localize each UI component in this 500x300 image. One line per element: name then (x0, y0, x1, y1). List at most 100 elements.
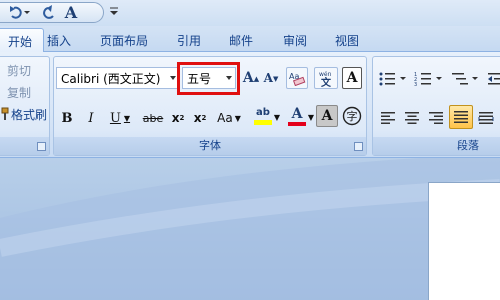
ribbon-body: 剪切 复制 格式刷 贴板 Calibri (西文正文) 五号 A▲ (0, 52, 500, 158)
cut-button[interactable]: 剪切 (1, 61, 47, 79)
phonetic-guide-button[interactable]: wén 文 (314, 67, 338, 89)
tab-mailings[interactable]: 邮件 (226, 29, 256, 52)
paragraph-group: 1 2 3 段落 (372, 56, 500, 156)
redo-icon (43, 5, 54, 19)
font-color-button[interactable]: A ▼ (280, 105, 314, 127)
customize-quick-access-button[interactable] (108, 5, 120, 19)
tab-references-label: 引用 (176, 34, 201, 48)
paragraph-group-label-text: 段落 (457, 139, 479, 152)
italic-button[interactable]: I (82, 107, 100, 129)
undo-icon (10, 6, 30, 19)
superscript-mark: 2 (201, 114, 207, 122)
font-color-icon: A (291, 105, 303, 122)
document-area (0, 158, 500, 300)
underline-button[interactable]: U ▼ (106, 107, 134, 129)
tab-insert[interactable]: 插入 (44, 29, 74, 52)
strikethrough-button[interactable]: abe (140, 107, 166, 129)
bold-button[interactable]: B (58, 107, 76, 129)
subscript-button[interactable]: x2 (168, 107, 188, 129)
font-dialog-launcher[interactable] (354, 142, 363, 151)
tab-mailings-label: 邮件 (228, 34, 253, 48)
subscript-icon: x (171, 111, 180, 125)
align-right-icon (429, 112, 443, 124)
redo-button[interactable] (40, 3, 60, 21)
enclose-characters-glyph: 字 (347, 109, 358, 123)
svg-text:3: 3 (414, 82, 417, 87)
copy-button[interactable]: 复制 (1, 83, 47, 101)
tab-review-label: 审阅 (282, 34, 307, 48)
strikethrough-icon: abe (142, 111, 164, 125)
tab-references[interactable]: 引用 (174, 29, 204, 52)
align-left-button[interactable] (377, 107, 399, 129)
tab-home-label: 开始 (7, 34, 32, 49)
tab-home[interactable]: 开始 (0, 28, 44, 53)
paragraph-group-label: 段落 (373, 137, 500, 155)
font-group-label: 字体 (54, 137, 366, 155)
format-painter-button[interactable]: 格式刷 (1, 105, 51, 123)
highlight-button[interactable]: ab ▼ (246, 105, 280, 127)
decrease-indent-button[interactable] (485, 69, 500, 89)
cut-label: 剪切 (7, 63, 32, 78)
highlight-box (177, 62, 240, 95)
underline-icon: U (109, 110, 121, 126)
svg-text:文: 文 (321, 76, 332, 87)
superscript-icon: x (193, 111, 202, 125)
phonetic-guide-icon: wén 文 (319, 71, 332, 87)
shrink-font-icon: A (263, 71, 273, 85)
bullets-icon (379, 72, 406, 86)
font-group-label-text: 字体 (199, 139, 221, 152)
bullets-button[interactable] (377, 69, 411, 89)
multilevel-list-icon (452, 73, 478, 85)
tab-view[interactable]: 视图 (332, 29, 362, 52)
font-a-button[interactable]: A (60, 2, 82, 22)
enclose-characters-icon: 字 (342, 106, 362, 126)
tab-page-layout[interactable]: 页面布局 (98, 29, 150, 52)
format-painter-label: 格式刷 (11, 107, 48, 122)
change-case-button[interactable]: Aa ▼ (214, 107, 244, 129)
superscript-button[interactable]: x2 (190, 107, 210, 129)
distributed-button[interactable] (475, 107, 497, 129)
character-border-button[interactable]: A (342, 67, 362, 89)
font-name-combo[interactable]: Calibri (西文正文) (56, 67, 180, 89)
font-name-value: Calibri (西文正文) (61, 71, 161, 86)
tab-view-label: 视图 (334, 34, 359, 48)
character-shading-button[interactable]: A (316, 105, 338, 127)
italic-icon: I (88, 110, 94, 126)
svg-text:wén: wén (319, 71, 332, 78)
highlight-icon: ab (256, 106, 270, 118)
subscript-mark: 2 (179, 114, 185, 122)
copy-label: 复制 (7, 85, 32, 100)
justify-button[interactable] (449, 105, 473, 129)
tab-page-layout-label: 页面布局 (99, 34, 148, 48)
document-page[interactable] (428, 182, 500, 300)
background-swoosh (0, 158, 500, 300)
bold-icon: B (61, 110, 73, 126)
justify-icon (454, 111, 468, 123)
clear-formatting-icon: Aa (289, 72, 306, 86)
align-center-icon (405, 112, 419, 124)
align-right-button[interactable] (425, 107, 447, 129)
enclose-characters-button[interactable]: 字 (342, 105, 362, 127)
numbering-icon: 1 2 3 (414, 72, 442, 87)
clipboard-dialog-launcher[interactable] (37, 142, 46, 151)
quick-access-toolbar: A (0, 0, 500, 26)
grow-font-button[interactable]: A ▲ (242, 67, 260, 89)
font-a-icon: A (64, 2, 78, 22)
undo-button[interactable] (4, 3, 32, 21)
distributed-icon (478, 112, 494, 124)
grow-font-icon: A (242, 70, 254, 86)
font-group: Calibri (西文正文) 五号 A ▲ A ▼ Aa wén 文 A B I… (53, 56, 367, 156)
tab-insert-label: 插入 (46, 34, 71, 48)
highlight-color-bar (254, 119, 272, 125)
shrink-font-button[interactable]: A ▼ (262, 67, 280, 89)
tab-review[interactable]: 审阅 (280, 29, 310, 52)
clear-formatting-button[interactable]: Aa (286, 67, 308, 89)
align-center-button[interactable] (401, 107, 423, 129)
format-painter-icon (1, 107, 9, 120)
numbering-button[interactable]: 1 2 3 (413, 69, 447, 89)
character-border-icon: A (346, 70, 358, 86)
font-name-dropdown-icon (170, 76, 176, 80)
multilevel-list-button[interactable] (449, 69, 483, 89)
font-color-bar (288, 121, 306, 126)
ribbon-tabs: 开始 插入 页面布局 引用 邮件 审阅 视图 (0, 26, 500, 53)
